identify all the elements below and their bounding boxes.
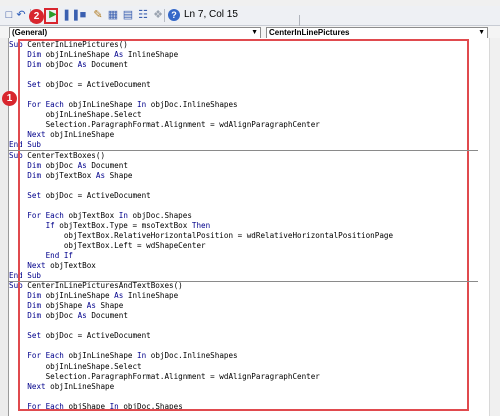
properties-icon[interactable]: ▤ — [121, 8, 135, 22]
design-mode-icon[interactable]: ✎ — [91, 8, 105, 22]
procedure-combobox-value: CenterInLinePictures — [269, 28, 350, 37]
undo-icon[interactable]: ↶ — [14, 8, 28, 22]
toolbar-separator — [164, 9, 165, 22]
chevron-down-icon: ▼ — [251, 29, 258, 36]
annotation-highlight-box — [18, 39, 469, 411]
procedure-separator — [8, 280, 478, 282]
chevron-down-icon: ▼ — [478, 29, 485, 36]
annotation-badge-run: 2 — [29, 9, 44, 24]
toolbox-icon[interactable]: ❖ — [151, 8, 165, 22]
pause-icon[interactable]: ❚❚ — [62, 8, 80, 22]
run-button-highlight — [44, 8, 58, 24]
help-icon[interactable]: ? — [168, 9, 180, 21]
procedure-separator — [8, 150, 478, 152]
vertical-scrollbar[interactable] — [489, 38, 500, 416]
object-combobox-value: (General) — [12, 28, 48, 37]
cursor-position-status: Ln 7, Col 15 — [184, 9, 238, 20]
standard-toolbar: □ ↶ ▶ ❚❚ ■ ✎ ▦ ▤ ☷ ❖ ? — [0, 6, 500, 28]
object-browser-icon[interactable]: ☷ — [136, 8, 150, 22]
stop-icon[interactable]: ■ — [76, 8, 90, 22]
project-explorer-icon[interactable]: ▦ — [106, 8, 120, 22]
annotation-badge-code: 1 — [2, 91, 17, 106]
